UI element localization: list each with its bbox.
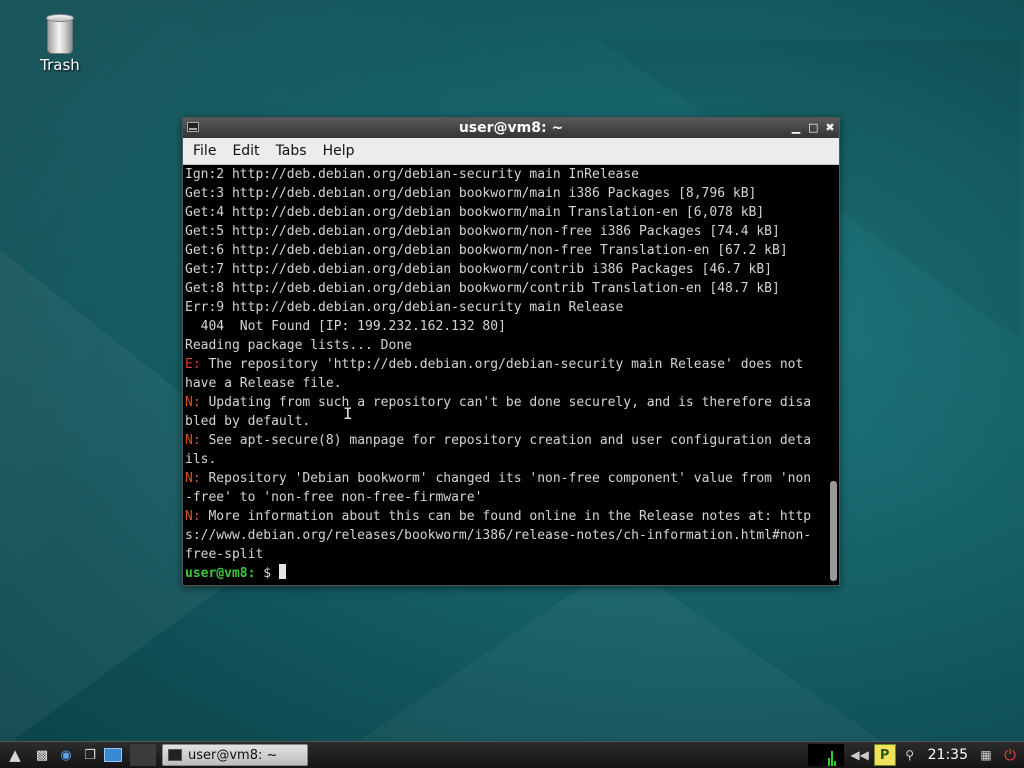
terminal-line: N: See apt-secure(8) manpage for reposit… <box>183 431 827 450</box>
scrollbar[interactable] <box>827 165 839 585</box>
terminal-line: free-split <box>183 545 827 564</box>
terminal-line: Get:7 http://deb.debian.org/debian bookw… <box>183 260 827 279</box>
desktop-icon-label: Trash <box>40 56 80 74</box>
terminal-window[interactable]: user@vm8: ~ ▁ □ ✖ File Edit Tabs Help Ig… <box>182 117 840 586</box>
scrollbar-thumb[interactable] <box>830 481 837 581</box>
window-titlebar[interactable]: user@vm8: ~ ▁ □ ✖ <box>183 118 839 138</box>
line-text: Get:7 http://deb.debian.org/debian bookw… <box>185 262 772 277</box>
terminal-line: Get:6 http://deb.debian.org/debian bookw… <box>183 241 827 260</box>
line-text: free-split <box>185 547 264 562</box>
terminal-icon <box>168 749 182 761</box>
line-text: The repository 'http://deb.debian.org/de… <box>200 357 804 372</box>
web-browser-icon[interactable]: ◉ <box>56 746 76 764</box>
line-prefix: N: <box>185 509 201 524</box>
desktop-icon-trash[interactable]: Trash <box>30 10 90 74</box>
terminal-line: -free' to 'non-free non-free-firmware' <box>183 488 827 507</box>
maximize-button[interactable]: □ <box>808 118 818 138</box>
file-manager-icon[interactable]: ▩ <box>32 746 52 764</box>
tray-badge[interactable]: P <box>873 744 896 766</box>
menu-tabs[interactable]: Tabs <box>268 143 315 159</box>
network-icon[interactable]: ▦ <box>976 745 996 765</box>
menu-edit[interactable]: Edit <box>224 143 267 159</box>
terminal-line: 404 Not Found [IP: 199.232.162.132 80] <box>183 317 827 336</box>
prompt-line[interactable]: user@vm8: $ <box>183 564 827 583</box>
power-icon[interactable]: ⏻ <box>1000 745 1020 765</box>
search-icon[interactable]: ⚲ <box>900 745 920 765</box>
line-text: Err:9 http://deb.debian.org/debian-secur… <box>185 300 624 315</box>
trash-icon <box>46 14 74 54</box>
line-text: bled by default. <box>185 414 311 429</box>
line-text: 404 Not Found [IP: 199.232.162.132 80] <box>185 319 506 334</box>
terminal-line: Err:9 http://deb.debian.org/debian-secur… <box>183 298 827 317</box>
terminal-line: Get:3 http://deb.debian.org/debian bookw… <box>183 184 827 203</box>
window-title: user@vm8: ~ <box>458 120 564 136</box>
window-switcher-icon[interactable]: ❐ <box>80 746 100 764</box>
line-text: Get:5 http://deb.debian.org/debian bookw… <box>185 224 780 239</box>
terminal-line: E: The repository 'http://deb.debian.org… <box>183 355 827 374</box>
line-text: -free' to 'non-free non-free-firmware' <box>185 490 483 505</box>
terminal-line: Ign:2 http://deb.debian.org/debian-secur… <box>183 165 827 184</box>
line-text: s://www.debian.org/releases/bookworm/i38… <box>185 528 812 543</box>
text-cursor-icon: I <box>343 404 353 423</box>
menu-file[interactable]: File <box>185 143 224 159</box>
volume-icon[interactable]: ◀◀ <box>850 745 870 765</box>
prompt-user: user@vm8: <box>185 566 256 581</box>
line-text: Get:3 http://deb.debian.org/debian bookw… <box>185 186 757 201</box>
terminal-line: N: Updating from such a repository can't… <box>183 393 827 412</box>
line-prefix: N: <box>185 471 201 486</box>
taskbar: ▲ ▩ ◉ ❐ user@vm8: ~ ◀◀ P ⚲ 21:35 ▦ ⏻ <box>0 741 1024 768</box>
line-text: More information about this can be found… <box>200 509 812 524</box>
line-text: Get:6 http://deb.debian.org/debian bookw… <box>185 243 788 258</box>
terminal-line: Get:8 http://deb.debian.org/debian bookw… <box>183 279 827 298</box>
minimize-button[interactable]: ▁ <box>791 118 801 138</box>
line-prefix: N: <box>185 433 201 448</box>
clock[interactable]: 21:35 <box>928 747 968 763</box>
terminal-cursor <box>278 564 286 579</box>
taskbar-separator <box>130 744 156 766</box>
task-label: user@vm8: ~ <box>188 747 278 763</box>
line-text: Updating from such a repository can't be… <box>200 395 812 410</box>
terminal-line: Get:5 http://deb.debian.org/debian bookw… <box>183 222 827 241</box>
terminal-line: N: More information about this can be fo… <box>183 507 827 526</box>
line-text: Repository 'Debian bookworm' changed its… <box>200 471 812 486</box>
bg-facet <box>360 560 880 740</box>
terminal-output[interactable]: Ign:2 http://deb.debian.org/debian-secur… <box>183 165 827 585</box>
prompt-symbol: $ <box>255 566 279 581</box>
terminal-line: N: Repository 'Debian bookworm' changed … <box>183 469 827 488</box>
line-prefix: N: <box>185 395 201 410</box>
line-text: Get:8 http://deb.debian.org/debian bookw… <box>185 281 780 296</box>
menu-bar: File Edit Tabs Help <box>183 138 839 165</box>
line-text: have a Release file. <box>185 376 342 391</box>
system-tray: ◀◀ P ⚲ 21:35 ▦ ⏻ <box>807 742 1024 768</box>
terminal-line: have a Release file. <box>183 374 827 393</box>
task-button-terminal[interactable]: user@vm8: ~ <box>162 744 308 766</box>
show-desktop-icon[interactable] <box>104 748 122 762</box>
terminal-line: Get:4 http://deb.debian.org/debian bookw… <box>183 203 827 222</box>
line-prefix: E: <box>185 357 201 372</box>
line-text: See apt-secure(8) manpage for repository… <box>200 433 812 448</box>
menu-help[interactable]: Help <box>315 143 363 159</box>
terminal-line: Reading package lists... Done <box>183 336 827 355</box>
line-text: ils. <box>185 452 217 467</box>
terminal-icon[interactable] <box>187 122 199 132</box>
cpu-monitor-graph[interactable] <box>807 744 844 766</box>
terminal-line: bled by default. <box>183 412 827 431</box>
close-button[interactable]: ✖ <box>825 118 835 138</box>
line-text: Reading package lists... Done <box>185 338 412 353</box>
line-text: Get:4 http://deb.debian.org/debian bookw… <box>185 205 765 220</box>
terminal-line: ils. <box>183 450 827 469</box>
app-menu-icon[interactable]: ▲ <box>4 744 26 766</box>
terminal-line: s://www.debian.org/releases/bookworm/i38… <box>183 526 827 545</box>
line-text: Ign:2 http://deb.debian.org/debian-secur… <box>185 167 639 182</box>
